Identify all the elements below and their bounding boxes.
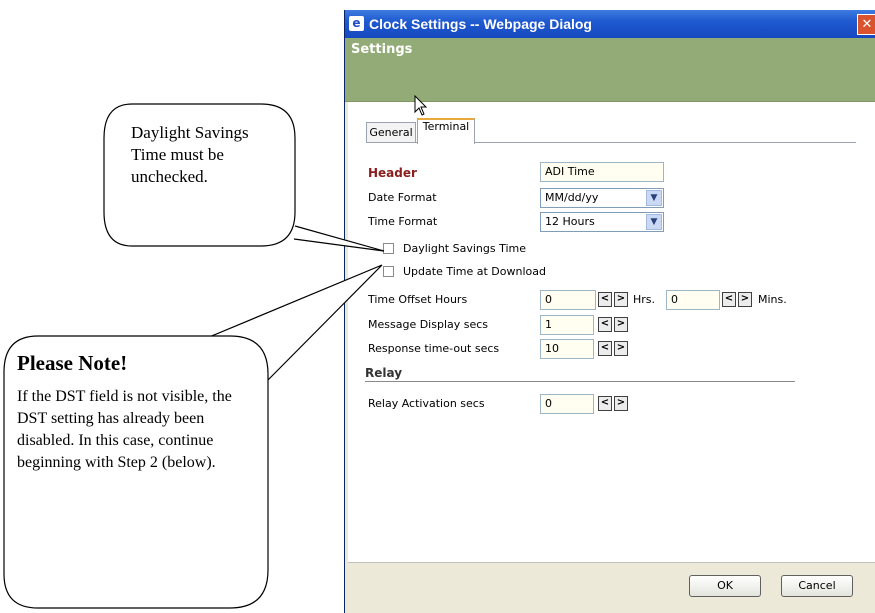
tab-terminal[interactable]: Terminal [417, 118, 475, 144]
callout-layer [3, 103, 385, 609]
dst-callout-pointer [293, 225, 385, 252]
note-callout-body: If the DST field is not visible, the DST… [17, 388, 232, 471]
note-callout-title: Please Note! [17, 351, 128, 375]
dst-callout-text: Daylight Savings Time must be unchecked. [131, 123, 249, 186]
